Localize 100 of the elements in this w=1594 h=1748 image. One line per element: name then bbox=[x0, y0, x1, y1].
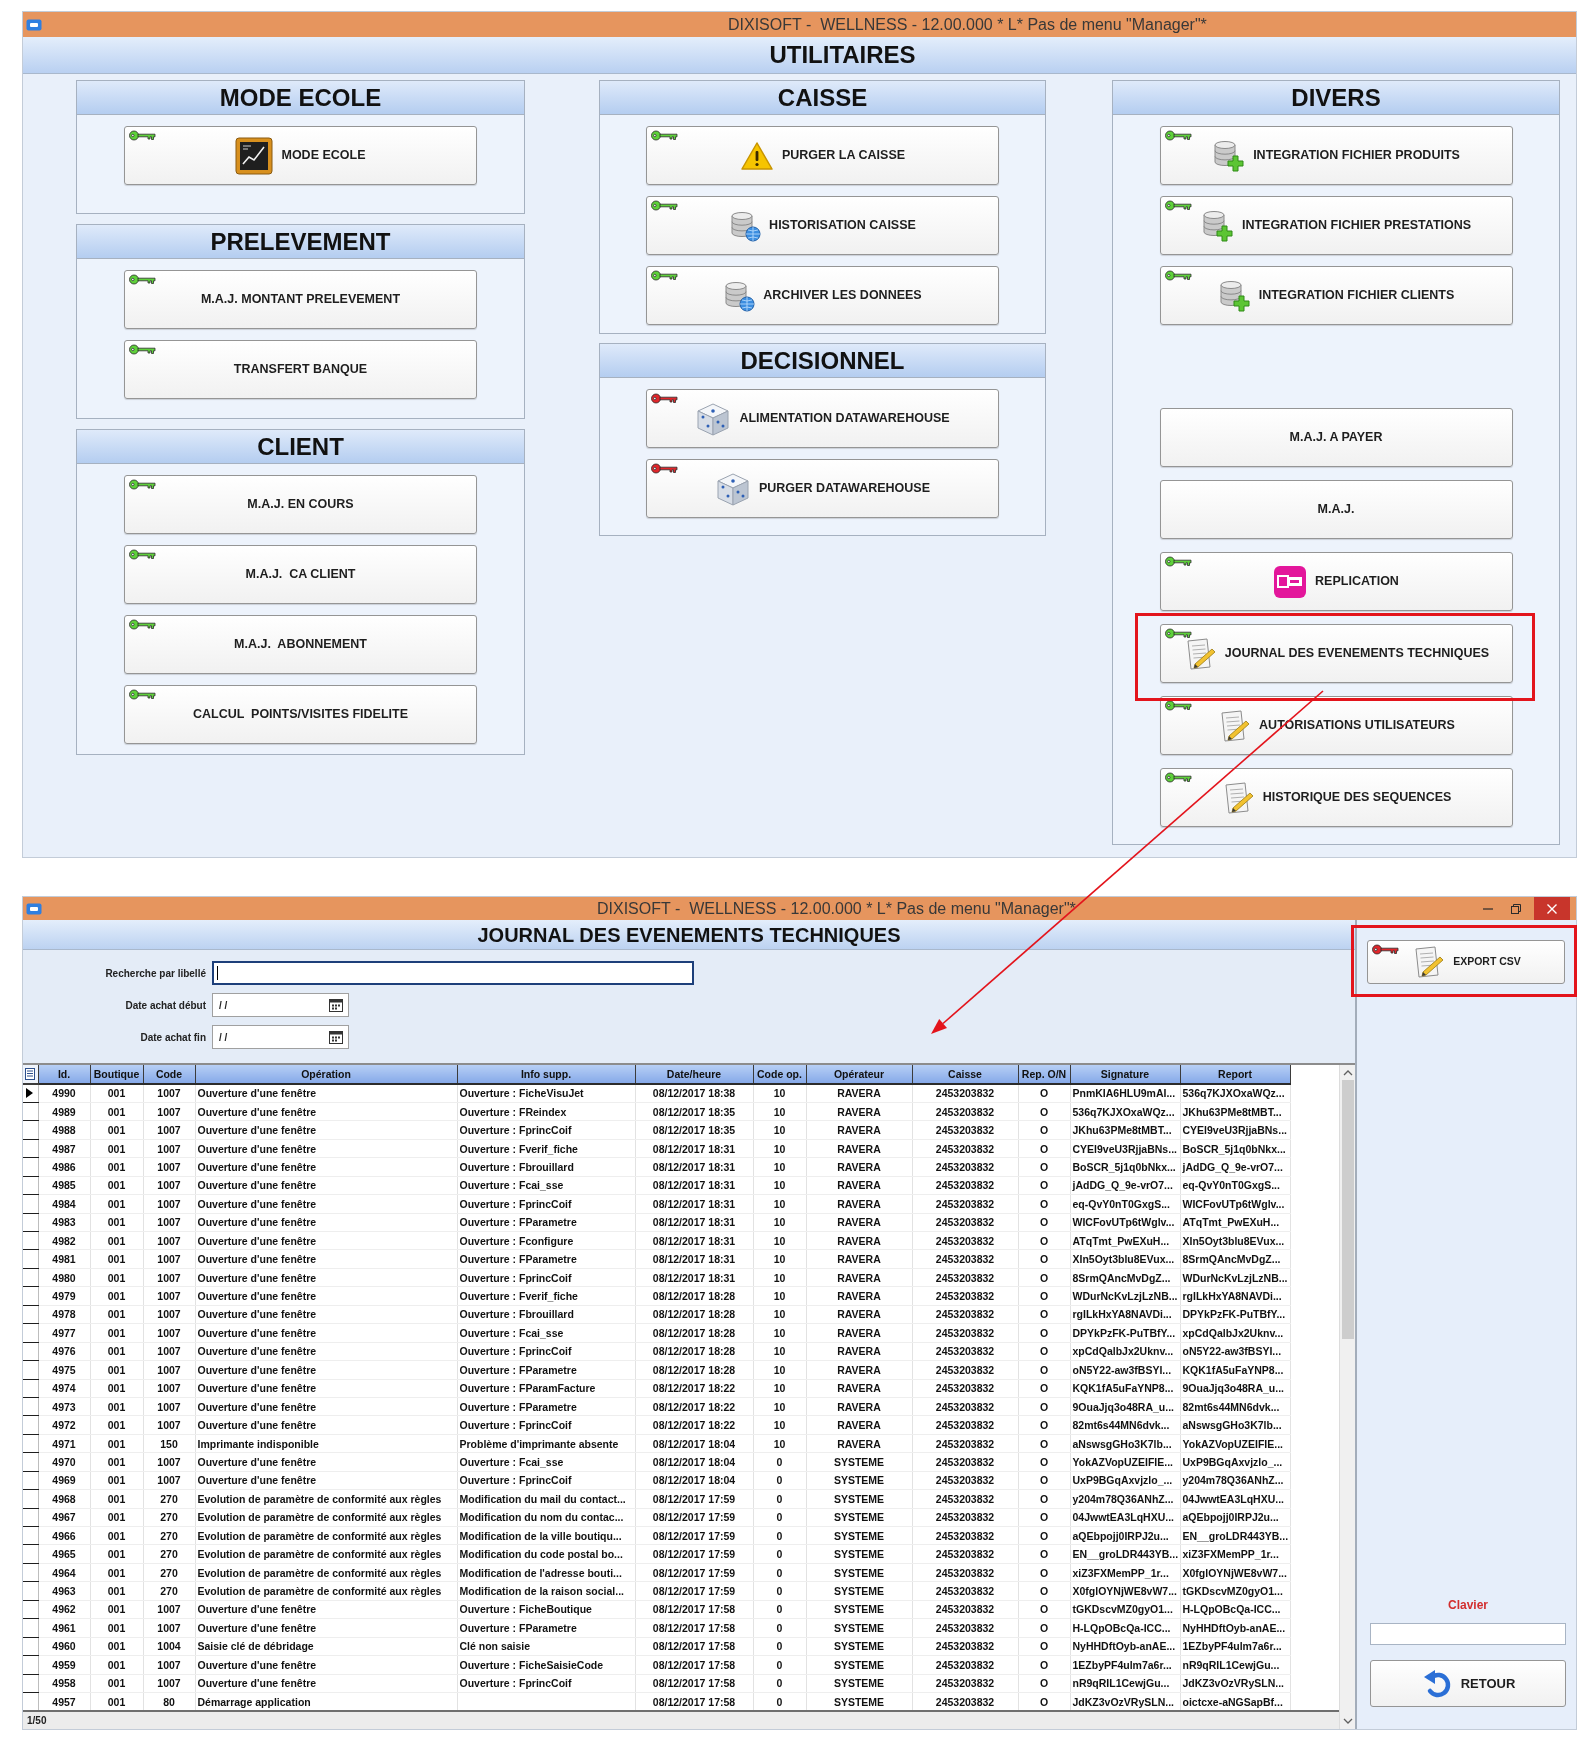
table-cell: Ouverture d'une fenêtre bbox=[195, 1102, 457, 1121]
column-header[interactable]: Signature bbox=[1070, 1065, 1180, 1084]
calendar-icon[interactable] bbox=[329, 998, 343, 1012]
table-cell: xpCdQalbJx2Uknv... bbox=[1180, 1323, 1290, 1343]
function-button[interactable]: TRANSFERT BANQUE bbox=[124, 340, 477, 399]
function-button[interactable]: HISTORIQUE DES SEQUENCES bbox=[1159, 768, 1513, 827]
column-header[interactable]: Caisse bbox=[912, 1065, 1018, 1084]
table-cell: 001 bbox=[90, 1508, 143, 1527]
table-cell: 08/12/2017 18:28 bbox=[635, 1360, 753, 1379]
function-button[interactable]: PURGER LA CAISSE bbox=[646, 126, 999, 185]
table-cell: O bbox=[1018, 1379, 1070, 1398]
table-cell: RAVERA bbox=[806, 1286, 912, 1306]
function-button[interactable]: M.A.J. ABONNEMENT bbox=[124, 615, 477, 674]
table-cell: 10 bbox=[753, 1102, 806, 1121]
scrollbar[interactable] bbox=[1339, 1065, 1355, 1729]
function-button[interactable]: M.A.J. MONTANT PRELEVEMENT bbox=[124, 270, 477, 329]
function-button[interactable]: M.A.J. EN COURS bbox=[124, 475, 477, 534]
table-cell: 2453203832 bbox=[912, 1213, 1018, 1232]
table-cell: 2453203832 bbox=[912, 1637, 1018, 1656]
function-button[interactable]: INTEGRATION FICHIER PRODUITS bbox=[1159, 126, 1513, 185]
table-cell: O bbox=[1018, 1489, 1070, 1509]
table-cell: SYSTEME bbox=[806, 1471, 912, 1490]
table-cell: 08/12/2017 17:59 bbox=[635, 1526, 753, 1545]
table-cell: 08/12/2017 18:04 bbox=[635, 1452, 753, 1472]
function-button[interactable]: REPLICATION bbox=[1159, 552, 1513, 611]
input-field[interactable] bbox=[1370, 1623, 1566, 1645]
table-cell: DPYkPzFK-PuTBfY... bbox=[1070, 1323, 1180, 1343]
calendar-icon[interactable] bbox=[329, 1030, 343, 1044]
column-header[interactable]: Boutique bbox=[90, 1065, 143, 1084]
table-cell: Ouverture d'une fenêtre bbox=[195, 1415, 457, 1435]
column-header[interactable]: Id. bbox=[38, 1065, 90, 1084]
table-cell: 08/12/2017 17:59 bbox=[635, 1581, 753, 1601]
table-cell: 4965 bbox=[38, 1544, 90, 1564]
column-header[interactable]: Opérateur bbox=[806, 1065, 912, 1084]
function-button[interactable]: JOURNAL DES EVENEMENTS TECHNIQUES bbox=[1159, 624, 1513, 683]
date-field[interactable]: / / bbox=[212, 1025, 349, 1049]
table-cell: 10 bbox=[753, 1139, 806, 1158]
caret-down-icon[interactable] bbox=[1342, 1717, 1353, 1725]
table-cell: 10 bbox=[753, 1415, 806, 1435]
table-cell: Ouverture d'une fenêtre bbox=[195, 1323, 457, 1343]
table-cell: 08/12/2017 18:28 bbox=[635, 1342, 753, 1361]
table-cell: Ouverture : FprincCoif bbox=[457, 1342, 635, 1361]
table-cell: RAVERA bbox=[806, 1102, 912, 1121]
table-cell: CYEl9veU3RjjaBNs... bbox=[1070, 1139, 1180, 1158]
table-cell: 10 bbox=[753, 1342, 806, 1361]
function-button[interactable]: ALIMENTATION DATAWAREHOUSE bbox=[646, 389, 999, 448]
table-cell: Modification du nom du contac... bbox=[457, 1508, 635, 1527]
table-cell: 08/12/2017 18:31 bbox=[635, 1176, 753, 1195]
table-cell: NyHHDftOyb-anAE... bbox=[1180, 1618, 1290, 1638]
export-button[interactable]: EXPORT CSV bbox=[1367, 940, 1565, 984]
column-header[interactable]: Opération bbox=[195, 1065, 457, 1084]
table-cell: RAVERA bbox=[806, 1120, 912, 1140]
function-button[interactable]: ARCHIVER LES DONNEES bbox=[646, 266, 999, 325]
function-button[interactable]: CALCUL POINTS/VISITES FIDELITE bbox=[124, 685, 477, 744]
table-cell: 9OuaJjq3o48RA_u... bbox=[1180, 1379, 1290, 1398]
table-cell: Ouverture : FprincCoif bbox=[457, 1674, 635, 1693]
return-button[interactable]: RETOUR bbox=[1370, 1660, 1566, 1707]
close-icon bbox=[1547, 903, 1557, 914]
table-cell: 08/12/2017 17:59 bbox=[635, 1489, 753, 1509]
table-cell: Ouverture d'une fenêtre bbox=[195, 1231, 457, 1250]
table-cell: nR9qRIL1CewjGu... bbox=[1180, 1655, 1290, 1674]
table-corner-icon[interactable] bbox=[25, 1068, 36, 1080]
table-cell: Ouverture : Fbrouillard bbox=[457, 1305, 635, 1324]
date-field[interactable]: / / bbox=[212, 993, 349, 1017]
function-button[interactable]: PURGER DATAWAREHOUSE bbox=[646, 459, 999, 518]
function-button[interactable]: M.A.J. CA CLIENT bbox=[124, 545, 477, 604]
table-cell: 2453203832 bbox=[912, 1176, 1018, 1195]
column-header[interactable]: Rep. O/N bbox=[1018, 1065, 1070, 1084]
scrollbar-thumb[interactable] bbox=[1341, 1080, 1354, 1339]
table-cell: Ouverture d'une fenêtre bbox=[195, 1157, 457, 1177]
column-header[interactable]: Code op. bbox=[753, 1065, 806, 1084]
table-cell: RAVERA bbox=[806, 1342, 912, 1361]
table-cell: 001 bbox=[90, 1471, 143, 1490]
table-cell: SYSTEME bbox=[806, 1600, 912, 1619]
restore-icon[interactable] bbox=[1511, 903, 1521, 914]
table-cell: 001 bbox=[90, 1397, 143, 1416]
table-cell: WDurNcKvLzjLzNB... bbox=[1180, 1268, 1290, 1287]
table-cell: RAVERA bbox=[806, 1157, 912, 1177]
column-header[interactable]: Report bbox=[1180, 1065, 1290, 1084]
function-button[interactable]: MODE ECOLE bbox=[124, 126, 477, 185]
search-field[interactable] bbox=[212, 961, 694, 985]
column-header[interactable]: Info supp. bbox=[457, 1065, 635, 1084]
caret-up-icon[interactable] bbox=[1342, 1069, 1353, 1077]
table-cell: Evolution de paramètre de conformité aux règles bbox=[195, 1581, 457, 1601]
column-header[interactable]: Code bbox=[143, 1065, 195, 1084]
function-button[interactable]: M.A.J. bbox=[1159, 480, 1513, 539]
function-button[interactable]: M.A.J. A PAYER bbox=[1159, 408, 1513, 467]
function-button[interactable]: INTEGRATION FICHIER PRESTATIONS bbox=[1159, 196, 1513, 255]
table-cell: 1007 bbox=[143, 1323, 195, 1343]
function-button[interactable]: HISTORISATION CAISSE bbox=[646, 196, 999, 255]
table-cell: 2453203832 bbox=[912, 1600, 1018, 1619]
table-cell: RAVERA bbox=[806, 1323, 912, 1343]
table-cell: 08/12/2017 17:58 bbox=[635, 1674, 753, 1693]
function-button[interactable]: INTEGRATION FICHIER CLIENTS bbox=[1159, 266, 1513, 325]
table-cell: 2453203832 bbox=[912, 1323, 1018, 1343]
table-cell: 4966 bbox=[38, 1526, 90, 1545]
column-header[interactable]: Date/heure bbox=[635, 1065, 753, 1084]
table-cell: oN5Y22-aw3fBSYI... bbox=[1180, 1342, 1290, 1361]
table-cell: Modification de la raison social... bbox=[457, 1581, 635, 1601]
table-cell: Ouverture : FParametre bbox=[457, 1618, 635, 1638]
